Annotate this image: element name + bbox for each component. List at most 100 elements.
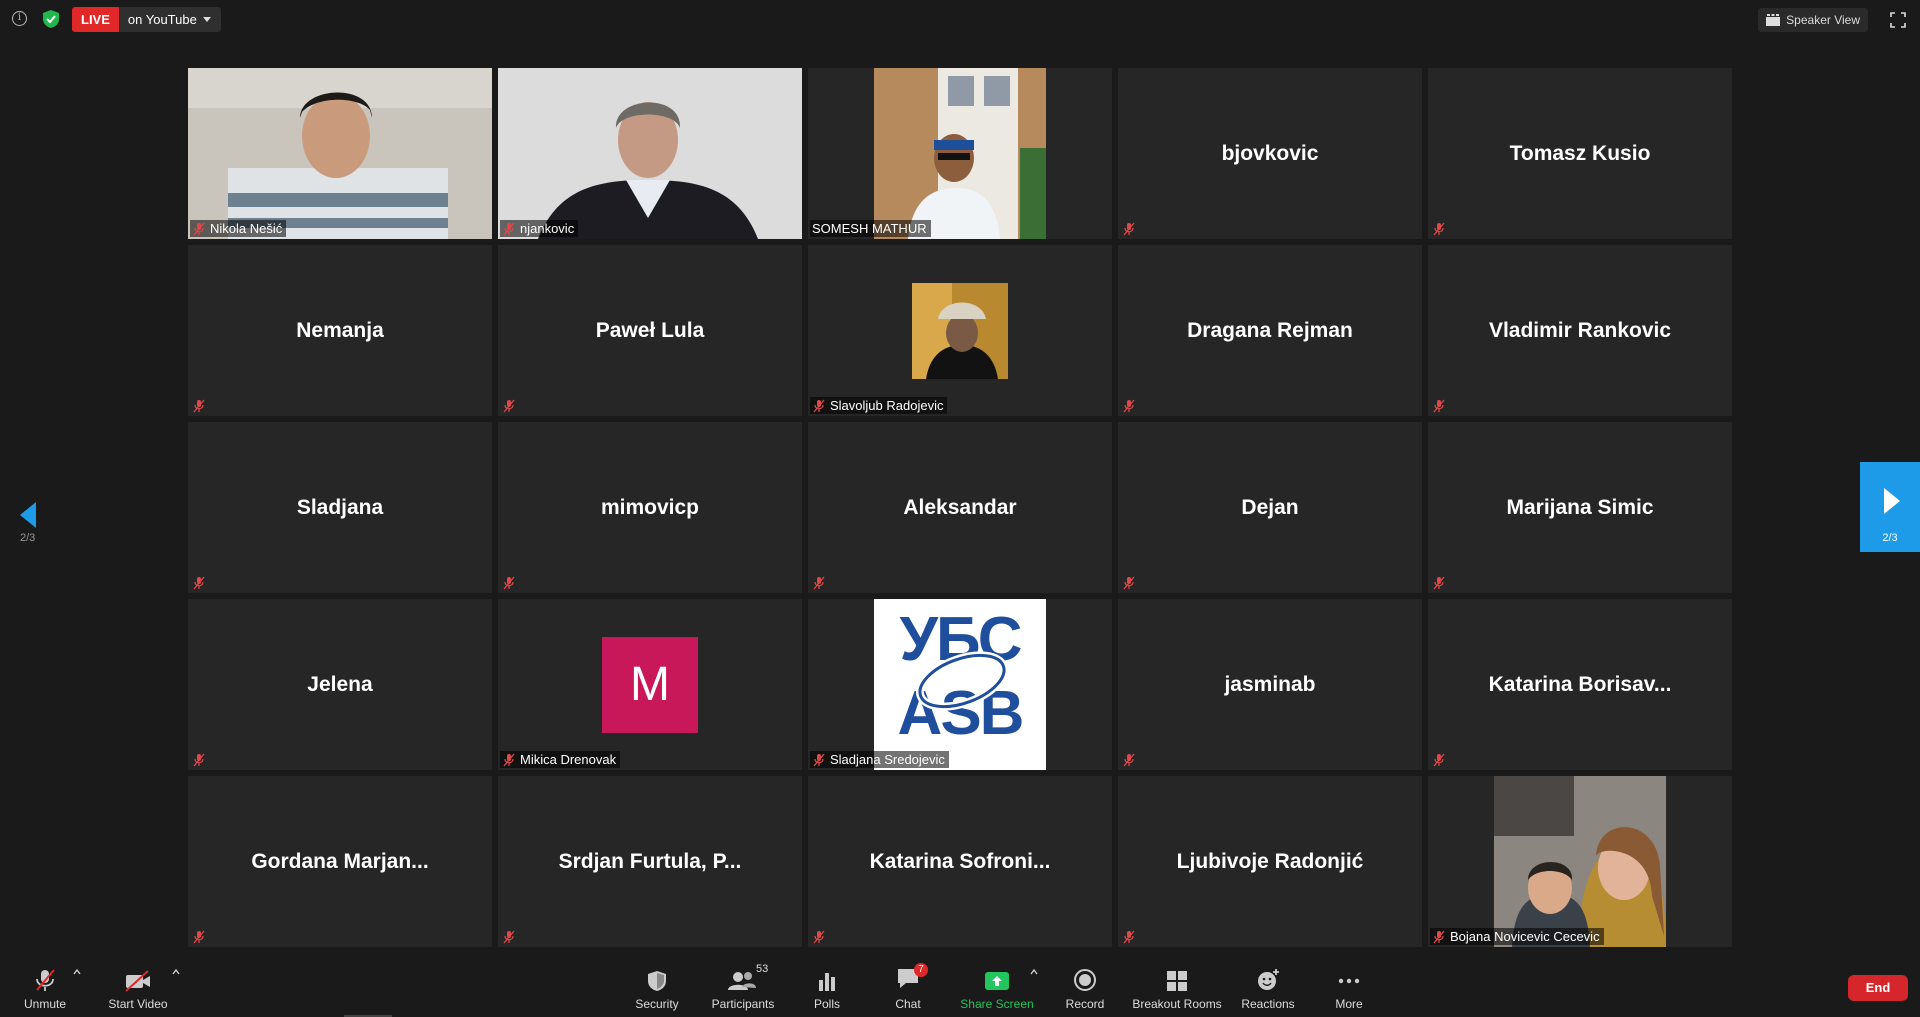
next-page-button[interactable]: 2/3 (1860, 462, 1920, 552)
participant-label (1120, 398, 1140, 414)
participant-tile[interactable]: Sladjana (188, 422, 492, 593)
polls-button[interactable]: Polls (806, 951, 848, 1017)
participant-tile[interactable]: njankovic (498, 68, 802, 239)
chevron-up-icon[interactable] (172, 969, 180, 975)
participant-tile[interactable]: УБС ASB Sladjana Sredojevic (808, 599, 1112, 770)
participant-tile[interactable]: Bojana Novicevic Cecevic (1428, 776, 1732, 947)
participant-label (190, 752, 210, 768)
participant-name: Marijana Simic (1506, 495, 1654, 519)
chevron-up-icon[interactable] (73, 969, 81, 975)
participant-label (1120, 929, 1140, 945)
reactions-icon (1258, 969, 1279, 990)
participant-label (190, 929, 210, 945)
participant-name: Sladjana Sredojevic (830, 752, 945, 767)
participant-tile[interactable]: Srdjan Furtula, P... (498, 776, 802, 947)
participant-name: Katarina Borisav... (1488, 672, 1672, 696)
breakout-rooms-icon (1167, 971, 1187, 991)
live-target-dropdown[interactable]: on YouTube (118, 7, 221, 32)
participant-tile[interactable]: Dragana Rejman (1118, 245, 1422, 416)
participant-tile[interactable]: mimovicp (498, 422, 802, 593)
participant-label (1430, 575, 1450, 591)
speaker-view-label: Speaker View (1786, 13, 1860, 27)
security-button[interactable]: Security (632, 951, 682, 1017)
participant-tile[interactable]: M Mikica Drenovak (498, 599, 802, 770)
participant-label (500, 575, 520, 591)
chat-icon-wrap: 7 (896, 963, 928, 992)
participant-tile[interactable]: Nemanja (188, 245, 492, 416)
participant-name: bjovkovic (1221, 141, 1319, 165)
shield-check-icon[interactable] (43, 10, 59, 28)
participant-name: Dragana Rejman (1187, 318, 1353, 342)
mic-muted-icon (193, 399, 205, 413)
chat-button[interactable]: 7 Chat (888, 951, 928, 1017)
participant-label (190, 575, 210, 591)
participant-tile[interactable]: bjovkovic (1118, 68, 1422, 239)
info-icon[interactable]: i (12, 11, 27, 26)
participant-name: Bojana Novicevic Cecevic (1450, 929, 1600, 944)
breakout-rooms-label: Breakout Rooms (1132, 997, 1222, 1011)
breakout-rooms-button[interactable]: Breakout Rooms (1130, 951, 1224, 1017)
participant-tile[interactable]: Marijana Simic (1428, 422, 1732, 593)
unmute-button[interactable]: Unmute (20, 951, 70, 1017)
reactions-label: Reactions (1241, 997, 1295, 1011)
participant-name: Jelena (307, 672, 373, 696)
share-screen-button[interactable]: Share Screen (958, 951, 1036, 1017)
participant-tile[interactable]: Aleksandar (808, 422, 1112, 593)
participant-video (188, 68, 492, 239)
mic-muted-icon (503, 222, 515, 235)
fullscreen-icon[interactable] (1890, 12, 1906, 28)
participant-label: Nikola Nešić (190, 220, 287, 237)
page-indicator-left: 2/3 (20, 532, 36, 544)
participant-tile[interactable]: Vladimir Rankovic (1428, 245, 1732, 416)
participant-name: njankovic (520, 221, 575, 236)
speaker-view-button[interactable]: Speaker View (1758, 8, 1868, 32)
participant-video (498, 68, 802, 239)
participant-label (1430, 398, 1450, 414)
participants-button[interactable]: 53 Participants (710, 951, 776, 1017)
mic-muted-icon (193, 753, 205, 767)
participant-tile[interactable]: Katarina Borisav... (1428, 599, 1732, 770)
reactions-button[interactable]: Reactions (1240, 951, 1296, 1017)
chat-unread-badge: 7 (914, 963, 928, 977)
participant-tile[interactable]: Slavoljub Radojevic (808, 245, 1112, 416)
record-icon (1074, 969, 1096, 991)
profile-photo (912, 283, 1008, 379)
participant-tile[interactable]: Dejan (1118, 422, 1422, 593)
mic-muted-icon (503, 930, 515, 944)
chevron-up-icon[interactable] (1030, 969, 1038, 975)
participant-tile[interactable]: Tomasz Kusio (1428, 68, 1732, 239)
live-stream-indicator[interactable]: LIVE on YouTube (72, 7, 221, 32)
participant-tile[interactable]: Katarina Sofroni... (808, 776, 1112, 947)
participant-count: 53 (756, 963, 769, 975)
participant-tile[interactable]: Nikola Nešić (188, 68, 492, 239)
record-button[interactable]: Record (1062, 951, 1108, 1017)
mic-muted-icon (36, 969, 55, 991)
participant-tile[interactable]: Jelena (188, 599, 492, 770)
gallery-grid: Nikola Nešić njankovic SOMESH MATHUR bjo… (188, 68, 1732, 948)
more-label: More (1335, 997, 1363, 1011)
mic-muted-icon (503, 576, 515, 590)
participant-tile[interactable]: jasminab (1118, 599, 1422, 770)
participant-name: mimovicp (600, 495, 700, 519)
start-video-button[interactable]: Start Video (106, 951, 170, 1017)
mic-muted-icon (503, 399, 515, 413)
participant-label (810, 929, 830, 945)
participant-tile[interactable]: SOMESH MATHUR (808, 68, 1112, 239)
logo-ring-icon (915, 651, 1009, 711)
participant-name: Dejan (1241, 495, 1299, 519)
end-meeting-button[interactable]: End (1848, 975, 1908, 1001)
mic-muted-icon (1123, 753, 1135, 767)
mic-muted-icon (813, 399, 825, 412)
top-bar: i LIVE on YouTube Speaker View (0, 0, 1920, 40)
more-button[interactable]: More (1330, 951, 1368, 1017)
participants-icon (728, 972, 756, 990)
participant-tile[interactable]: Ljubivoje Radonjić (1118, 776, 1422, 947)
participant-tile[interactable]: Paweł Lula (498, 245, 802, 416)
participant-video (808, 68, 1112, 239)
mic-muted-icon (193, 222, 205, 235)
participant-tile[interactable]: Gordana Marjan... (188, 776, 492, 947)
participant-name: Paweł Lula (595, 318, 705, 342)
participant-name: Srdjan Furtula, P... (558, 849, 742, 873)
live-badge: LIVE (72, 7, 119, 32)
grid-view-icon (1766, 14, 1781, 26)
